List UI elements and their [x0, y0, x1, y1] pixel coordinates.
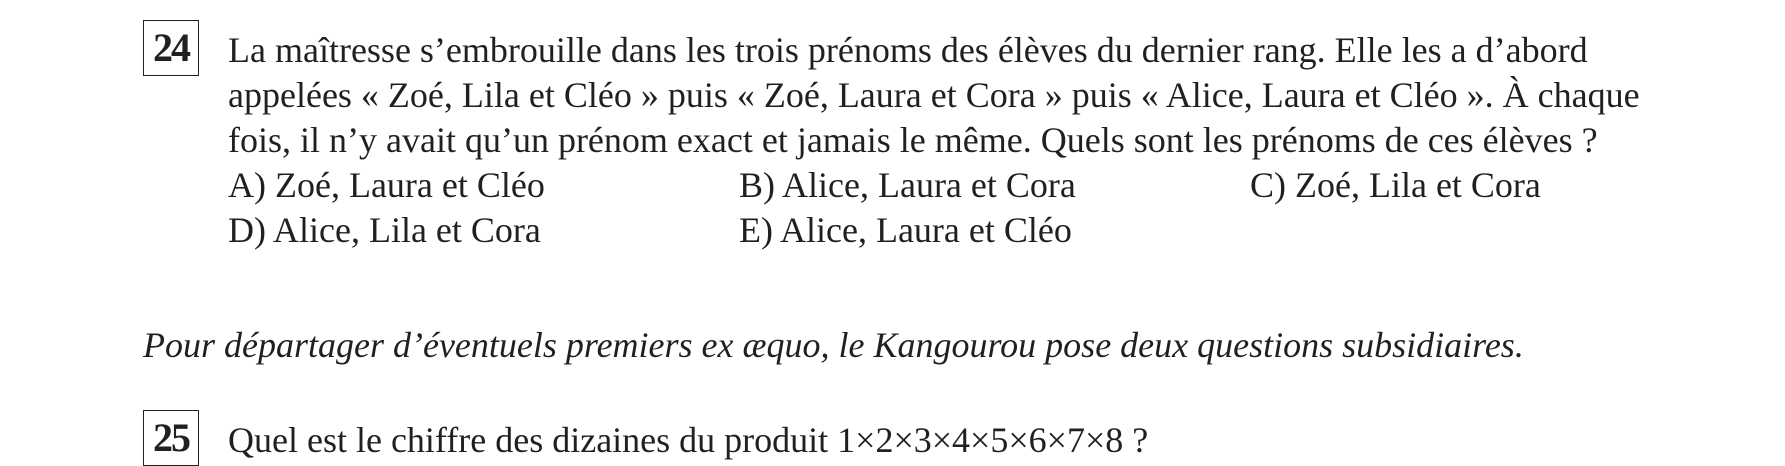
- choice-row: D) Alice, Lila et Cora E) Alice, Laura e…: [228, 208, 1528, 253]
- question-25-text: Quel est le chiffre des dizaines du prod…: [228, 418, 1648, 463]
- question-number-box: 25: [143, 410, 199, 466]
- choice-e: E) Alice, Laura et Cléo: [739, 210, 1072, 250]
- document-page: 24 La maîtresse s’embrouille dans les tr…: [0, 0, 1785, 466]
- question-line: fois, il n’y avait qu’un prénom exact et…: [228, 120, 1598, 160]
- choice-c: C) Zoé, Lila et Cora: [1250, 165, 1541, 205]
- question-number: 24: [153, 25, 191, 70]
- question-line: Quel est le chiffre des dizaines du prod…: [228, 420, 1149, 460]
- choice-row: A) Zoé, Laura et Cléo B) Alice, Laura et…: [228, 163, 1541, 208]
- answer-choices: A) Zoé, Laura et Cléo B) Alice, Laura et…: [228, 163, 1541, 253]
- question-line: appelées « Zoé, Lila et Cléo » puis « Zo…: [228, 75, 1640, 115]
- subsidiary-note: Pour départager d’éventuels premiers ex …: [143, 325, 1524, 365]
- choice-b: B) Alice, Laura et Cora: [739, 165, 1076, 205]
- question-24-text: La maîtresse s’embrouille dans les trois…: [228, 28, 1648, 163]
- question-number-box: 24: [143, 20, 199, 76]
- choice-d: D) Alice, Lila et Cora: [228, 210, 541, 250]
- choice-a: A) Zoé, Laura et Cléo: [228, 165, 545, 205]
- question-number: 25: [153, 415, 191, 460]
- question-line: La maîtresse s’embrouille dans les trois…: [228, 30, 1588, 70]
